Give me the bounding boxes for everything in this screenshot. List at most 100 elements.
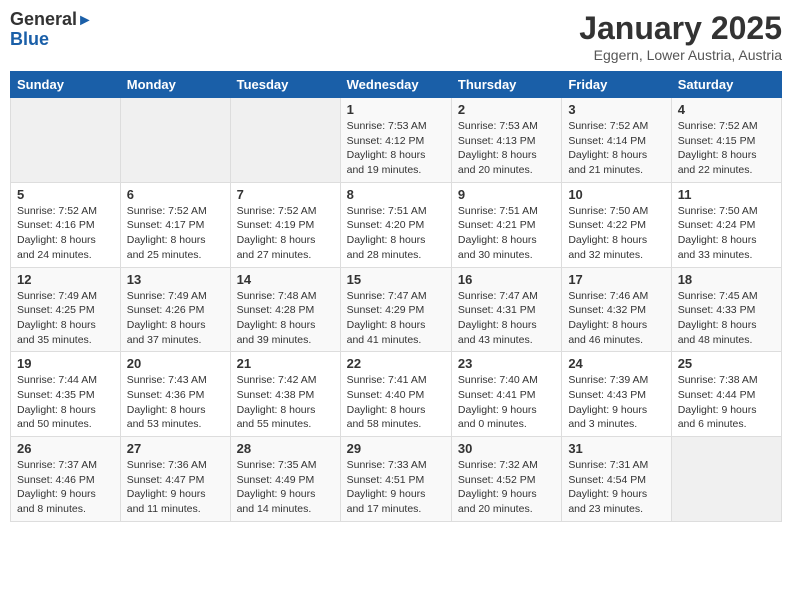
day-number: 31 bbox=[568, 441, 664, 456]
cell-content: Sunrise: 7:33 AM Sunset: 4:51 PM Dayligh… bbox=[347, 458, 445, 517]
day-number: 12 bbox=[17, 272, 114, 287]
header-sunday: Sunday bbox=[11, 72, 121, 98]
calendar-cell bbox=[120, 98, 230, 183]
cell-content: Sunrise: 7:47 AM Sunset: 4:31 PM Dayligh… bbox=[458, 289, 555, 348]
calendar-cell: 25Sunrise: 7:38 AM Sunset: 4:44 PM Dayli… bbox=[671, 352, 781, 437]
calendar-cell: 16 Sunrise: 7:47 AM Sunset: 4:31 PM Dayli… bbox=[451, 267, 561, 352]
logo-blue-text: Blue bbox=[10, 30, 49, 50]
cell-content: Sunrise: 7:36 AM Sunset: 4:47 PM Dayligh… bbox=[127, 458, 224, 517]
cell-content: Sunrise: 7:52 AM Sunset: 4:16 PM Dayligh… bbox=[17, 204, 114, 263]
header-wednesday: Wednesday bbox=[340, 72, 451, 98]
calendar-cell: 15 Sunrise: 7:47 AM Sunset: 4:29 PM Dayli… bbox=[340, 267, 451, 352]
day-number: 2 bbox=[458, 102, 555, 117]
cell-content: Sunrise: 7:46 AM Sunset: 4:32 PM Dayligh… bbox=[568, 289, 664, 348]
cell-content: Sunrise: 7:32 AM Sunset: 4:52 PM Dayligh… bbox=[458, 458, 555, 517]
cell-content: Sunrise: 7:52 AM Sunset: 4:15 PM Dayligh… bbox=[678, 119, 775, 178]
cell-content: Sunrise: 7:47 AM Sunset: 4:29 PM Dayligh… bbox=[347, 289, 445, 348]
calendar-cell bbox=[11, 98, 121, 183]
calendar-cell: 21Sunrise: 7:42 AM Sunset: 4:38 PM Dayli… bbox=[230, 352, 340, 437]
day-number: 3 bbox=[568, 102, 664, 117]
cell-content: Sunrise: 7:50 AM Sunset: 4:22 PM Dayligh… bbox=[568, 204, 664, 263]
location-text: Eggern, Lower Austria, Austria bbox=[579, 47, 782, 63]
cell-content: Sunrise: 7:43 AM Sunset: 4:36 PM Dayligh… bbox=[127, 373, 224, 432]
day-number: 5 bbox=[17, 187, 114, 202]
day-number: 6 bbox=[127, 187, 224, 202]
calendar-cell bbox=[230, 98, 340, 183]
cell-content: Sunrise: 7:51 AM Sunset: 4:20 PM Dayligh… bbox=[347, 204, 445, 263]
cell-content: Sunrise: 7:44 AM Sunset: 4:35 PM Dayligh… bbox=[17, 373, 114, 432]
calendar-header-row: Sunday Monday Tuesday Wednesday Thursday… bbox=[11, 72, 782, 98]
logo-arrow-icon: ► bbox=[77, 12, 93, 30]
day-number: 29 bbox=[347, 441, 445, 456]
day-number: 7 bbox=[237, 187, 334, 202]
header-tuesday: Tuesday bbox=[230, 72, 340, 98]
cell-content: Sunrise: 7:49 AM Sunset: 4:25 PM Dayligh… bbox=[17, 289, 114, 348]
day-number: 16 bbox=[458, 272, 555, 287]
cell-content: Sunrise: 7:52 AM Sunset: 4:14 PM Dayligh… bbox=[568, 119, 664, 178]
calendar-cell: 1 Sunrise: 7:53 AM Sunset: 4:12 PM Daylig… bbox=[340, 98, 451, 183]
cell-content: Sunrise: 7:50 AM Sunset: 4:24 PM Dayligh… bbox=[678, 204, 775, 263]
calendar-cell: 13Sunrise: 7:49 AM Sunset: 4:26 PM Dayli… bbox=[120, 267, 230, 352]
cell-content: Sunrise: 7:48 AM Sunset: 4:28 PM Dayligh… bbox=[237, 289, 334, 348]
cell-content: Sunrise: 7:41 AM Sunset: 4:40 PM Dayligh… bbox=[347, 373, 445, 432]
calendar-week-2: 5 Sunrise: 7:52 AM Sunset: 4:16 PM Daylig… bbox=[11, 182, 782, 267]
calendar-cell: 7Sunrise: 7:52 AM Sunset: 4:19 PM Daylig… bbox=[230, 182, 340, 267]
calendar-cell: 29 Sunrise: 7:33 AM Sunset: 4:51 PM Dayli… bbox=[340, 437, 451, 522]
cell-content: Sunrise: 7:51 AM Sunset: 4:21 PM Dayligh… bbox=[458, 204, 555, 263]
calendar-cell: 24 Sunrise: 7:39 AM Sunset: 4:43 PM Dayli… bbox=[562, 352, 671, 437]
calendar-cell: 12 Sunrise: 7:49 AM Sunset: 4:25 PM Dayli… bbox=[11, 267, 121, 352]
cell-content: Sunrise: 7:39 AM Sunset: 4:43 PM Dayligh… bbox=[568, 373, 664, 432]
calendar-cell: 5 Sunrise: 7:52 AM Sunset: 4:16 PM Daylig… bbox=[11, 182, 121, 267]
cell-content: Sunrise: 7:37 AM Sunset: 4:46 PM Dayligh… bbox=[17, 458, 114, 517]
day-number: 21 bbox=[237, 356, 334, 371]
day-number: 4 bbox=[678, 102, 775, 117]
header-thursday: Thursday bbox=[451, 72, 561, 98]
calendar-week-1: 1 Sunrise: 7:53 AM Sunset: 4:12 PM Daylig… bbox=[11, 98, 782, 183]
day-number: 1 bbox=[347, 102, 445, 117]
page-header: General► Blue January 2025 Eggern, Lower… bbox=[10, 10, 782, 63]
day-number: 17 bbox=[568, 272, 664, 287]
calendar-cell: 26 Sunrise: 7:37 AM Sunset: 4:46 PM Dayli… bbox=[11, 437, 121, 522]
day-number: 10 bbox=[568, 187, 664, 202]
day-number: 26 bbox=[17, 441, 114, 456]
calendar-cell: 14Sunrise: 7:48 AM Sunset: 4:28 PM Dayli… bbox=[230, 267, 340, 352]
calendar-cell: 6 Sunrise: 7:52 AM Sunset: 4:17 PM Daylig… bbox=[120, 182, 230, 267]
calendar-cell: 20 Sunrise: 7:43 AM Sunset: 4:36 PM Dayli… bbox=[120, 352, 230, 437]
day-number: 15 bbox=[347, 272, 445, 287]
calendar-cell bbox=[671, 437, 781, 522]
calendar-cell: 18Sunrise: 7:45 AM Sunset: 4:33 PM Dayli… bbox=[671, 267, 781, 352]
calendar-cell: 10 Sunrise: 7:50 AM Sunset: 4:22 PM Dayli… bbox=[562, 182, 671, 267]
calendar-cell: 22 Sunrise: 7:41 AM Sunset: 4:40 PM Dayli… bbox=[340, 352, 451, 437]
calendar-cell: 9 Sunrise: 7:51 AM Sunset: 4:21 PM Daylig… bbox=[451, 182, 561, 267]
cell-content: Sunrise: 7:53 AM Sunset: 4:13 PM Dayligh… bbox=[458, 119, 555, 178]
calendar-cell: 8 Sunrise: 7:51 AM Sunset: 4:20 PM Daylig… bbox=[340, 182, 451, 267]
calendar-cell: 23Sunrise: 7:40 AM Sunset: 4:41 PM Dayli… bbox=[451, 352, 561, 437]
calendar-cell: 27Sunrise: 7:36 AM Sunset: 4:47 PM Dayli… bbox=[120, 437, 230, 522]
day-number: 8 bbox=[347, 187, 445, 202]
day-number: 22 bbox=[347, 356, 445, 371]
calendar-week-4: 19 Sunrise: 7:44 AM Sunset: 4:35 PM Dayli… bbox=[11, 352, 782, 437]
cell-content: Sunrise: 7:53 AM Sunset: 4:12 PM Dayligh… bbox=[347, 119, 445, 178]
header-saturday: Saturday bbox=[671, 72, 781, 98]
day-number: 25 bbox=[678, 356, 775, 371]
cell-content: Sunrise: 7:40 AM Sunset: 4:41 PM Dayligh… bbox=[458, 373, 555, 432]
calendar-cell: 11 Sunrise: 7:50 AM Sunset: 4:24 PM Dayli… bbox=[671, 182, 781, 267]
cell-content: Sunrise: 7:35 AM Sunset: 4:49 PM Dayligh… bbox=[237, 458, 334, 517]
cell-content: Sunrise: 7:52 AM Sunset: 4:17 PM Dayligh… bbox=[127, 204, 224, 263]
day-number: 19 bbox=[17, 356, 114, 371]
header-monday: Monday bbox=[120, 72, 230, 98]
cell-content: Sunrise: 7:49 AM Sunset: 4:26 PM Dayligh… bbox=[127, 289, 224, 348]
month-title: January 2025 bbox=[579, 10, 782, 47]
day-number: 28 bbox=[237, 441, 334, 456]
day-number: 24 bbox=[568, 356, 664, 371]
header-friday: Friday bbox=[562, 72, 671, 98]
day-number: 18 bbox=[678, 272, 775, 287]
calendar-cell: 28 Sunrise: 7:35 AM Sunset: 4:49 PM Dayli… bbox=[230, 437, 340, 522]
day-number: 11 bbox=[678, 187, 775, 202]
day-number: 20 bbox=[127, 356, 224, 371]
logo-general-text: General bbox=[10, 9, 77, 29]
calendar-cell: 4 Sunrise: 7:52 AM Sunset: 4:15 PM Daylig… bbox=[671, 98, 781, 183]
day-number: 9 bbox=[458, 187, 555, 202]
calendar-table: Sunday Monday Tuesday Wednesday Thursday… bbox=[10, 71, 782, 522]
calendar-week-5: 26 Sunrise: 7:37 AM Sunset: 4:46 PM Dayli… bbox=[11, 437, 782, 522]
